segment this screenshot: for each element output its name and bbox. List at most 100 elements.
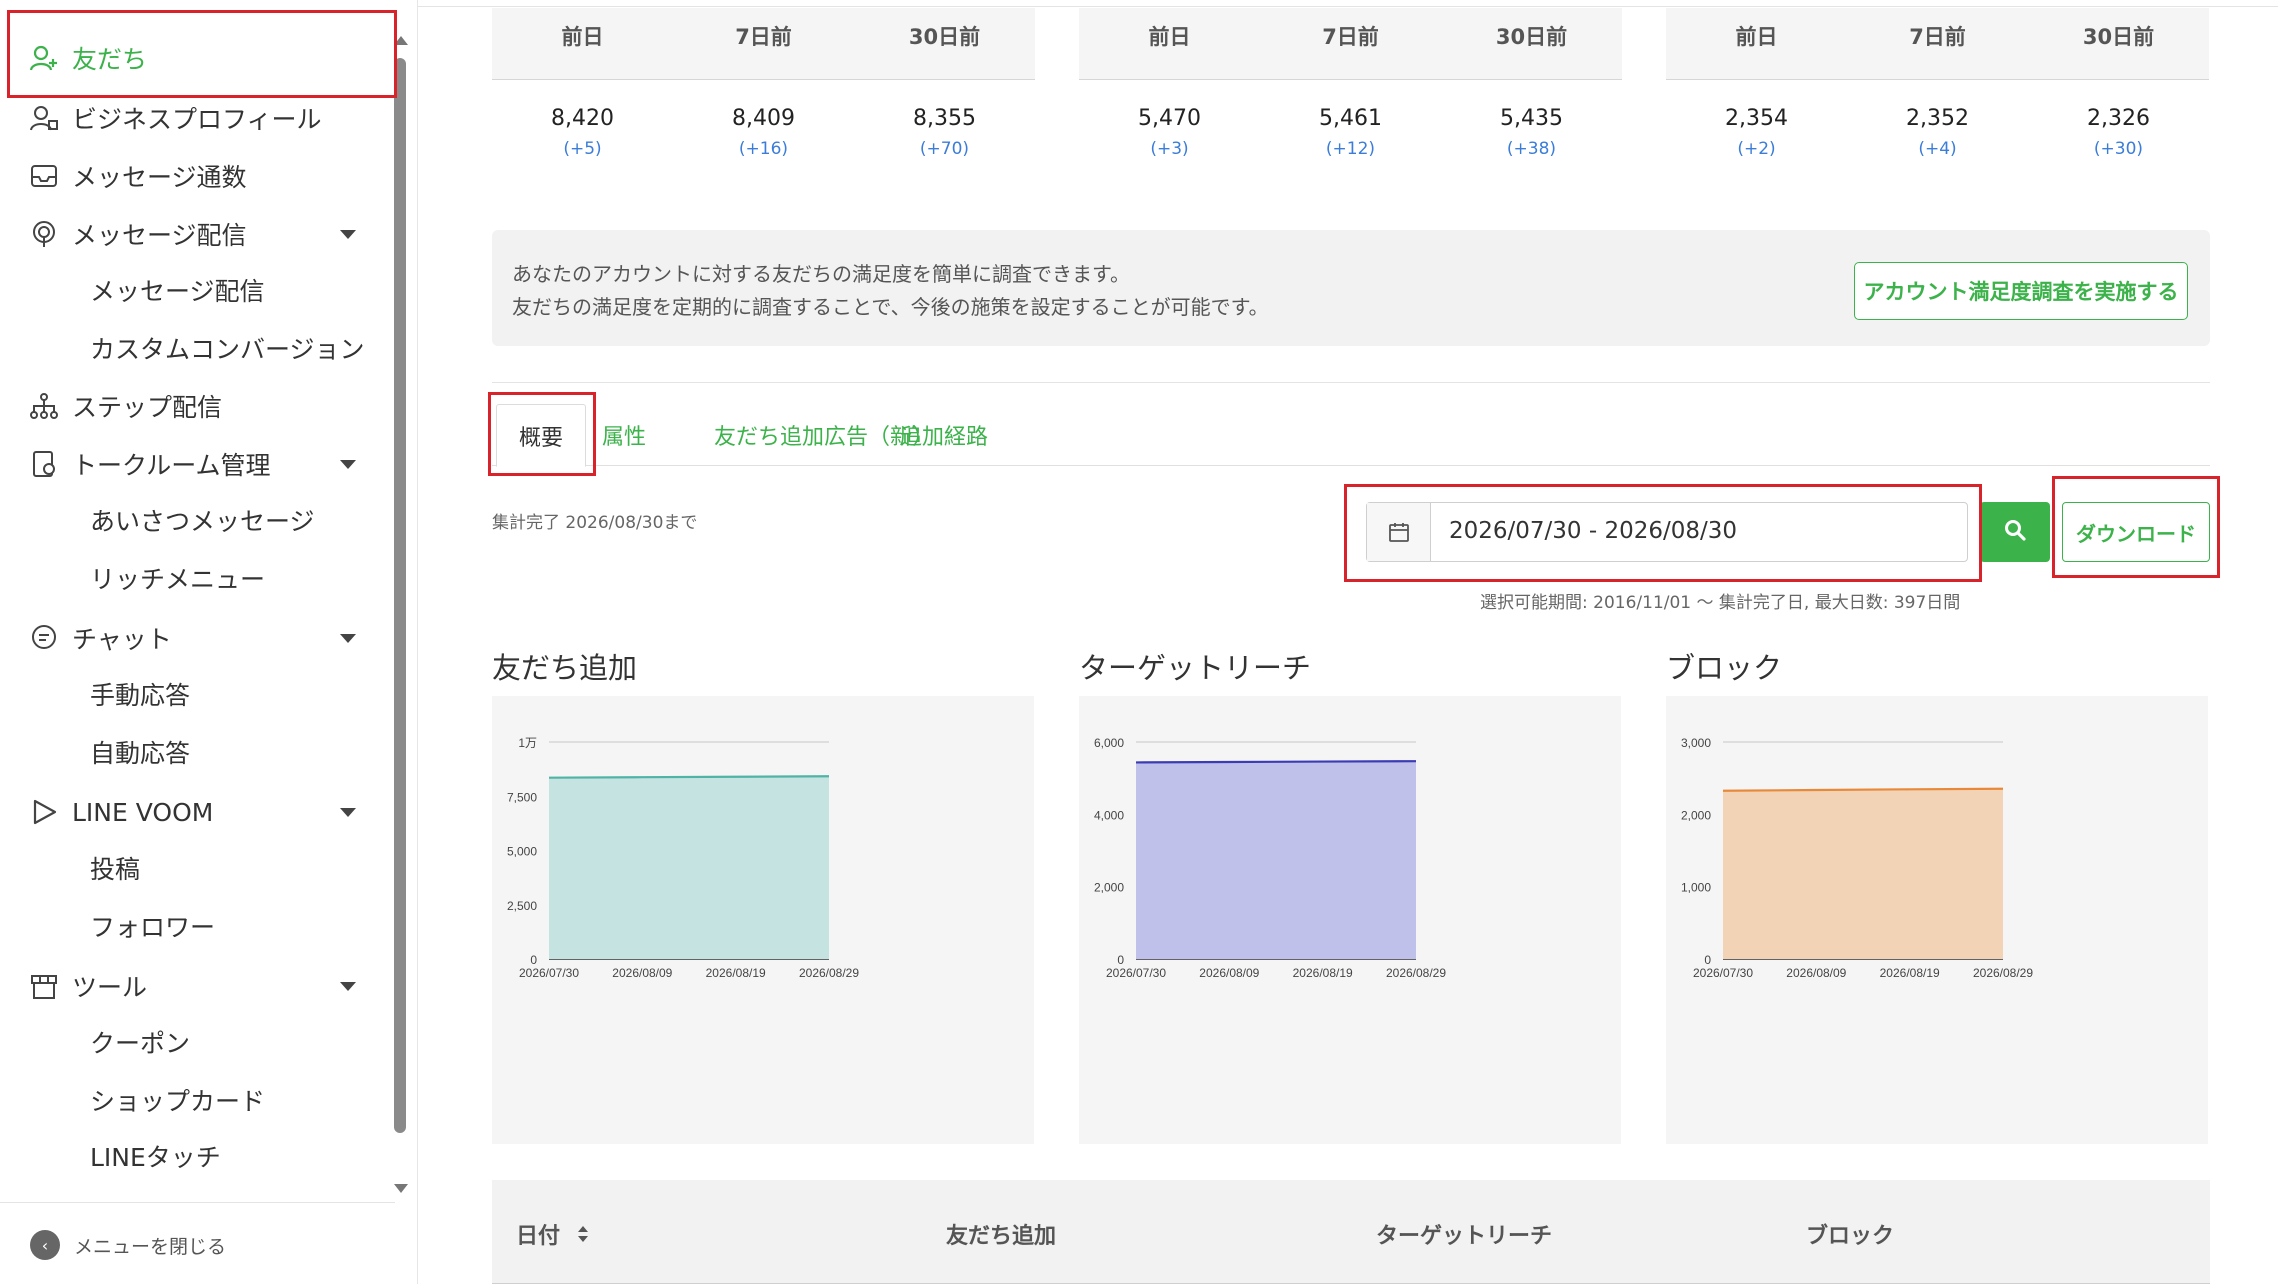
x-tick-label: 2026/08/19 [1880,966,1940,980]
x-tick-label: 2026/08/29 [1386,966,1446,980]
chevron-down-icon[interactable] [340,633,356,643]
block-chart: 0 1,000 2,000 3,000 2026/07/30 2026/08/09 2026… [1666,696,2208,1144]
target-reach-chart: 0 2,000 4,000 6,000 2026/07/30 2026/08/09 2026… [1079,696,1621,1144]
tab-bar: 概要 属性 友だち追加広告（新） 追加経路 [492,404,2210,467]
stat-value: 2,352 [1906,106,1969,131]
aggregation-note: 集計完了 2026/08/30まで [492,513,698,533]
chat-icon [28,622,60,654]
sidebar-subitem-line-touch[interactable]: LINEタッチ [90,1136,221,1176]
sort-icon[interactable] [576,1224,590,1250]
x-tick-label: 2026/07/30 [1106,966,1166,980]
sidebar-subitem-followers[interactable]: フォロワー [90,906,215,946]
calendar-icon[interactable] [1367,503,1431,561]
sidebar-subitem-rich-menu[interactable]: リッチメニュー [90,558,265,598]
x-tick-label: 2026/08/19 [1293,966,1353,980]
sidebar-subitem-shop-card[interactable]: ショップカード [90,1080,265,1120]
stat-delta: (+30) [2093,139,2144,159]
survey-banner: あなたのアカウントに対する友だちの満足度を簡単に調査できます。 友だちの満足度を… [492,230,2210,346]
sidebar-item-talkroom[interactable]: トークルーム管理 [0,438,390,490]
survey-text: あなたのアカウントに対する友だちの満足度を簡単に調査できます。 [512,262,1130,286]
scroll-down-icon[interactable] [394,1184,408,1193]
sidebar-scrollbar[interactable] [394,58,406,1133]
stat-header-label: 前日 [561,25,604,49]
column-blocked: ブロック [1806,1224,1895,1249]
voom-icon [28,796,60,828]
stat-col: 7日前 5,461 (+12) [1260,8,1441,159]
step-icon [28,390,60,422]
tab-attributes[interactable]: 属性 [602,404,646,466]
x-tick-label: 2026/07/30 [519,966,579,980]
sidebar-subitem-auto-reply[interactable]: 自動応答 [90,732,190,772]
tab-add-route[interactable]: 追加経路 [900,404,988,466]
survey-button[interactable]: アカウント満足度調査を実施する [1854,262,2188,320]
chevron-down-icon[interactable] [340,229,356,239]
sidebar-item-business-profile[interactable]: ビジネスプロフィール [0,92,390,144]
stat-delta: (+38) [1506,139,1557,159]
y-tick-label: 3,000 [1681,736,1711,750]
sidebar-subitem-custom-conversion[interactable]: カスタムコンバージョン [90,328,365,368]
sidebar-item-label: ビジネスプロフィール [72,105,322,134]
sidebar-item-label: メッセージ通数 [72,163,247,192]
sidebar-subitem-greeting[interactable]: あいさつメッセージ [90,500,315,540]
divider [418,6,2278,7]
stat-value: 5,470 [1138,106,1201,131]
chevron-down-icon[interactable] [340,807,356,817]
sidebar-item-line-voom[interactable]: LINE VOOM [0,786,390,838]
search-button[interactable] [1980,502,2050,562]
stat-value: 5,461 [1319,106,1382,131]
chevron-down-icon[interactable] [340,981,356,991]
sidebar-item-label: ツール [72,973,148,1002]
stat-delta: (+16) [738,139,789,159]
download-button[interactable]: ダウンロード [2062,502,2210,562]
column-target-reach: ターゲットリーチ [1376,1224,1553,1249]
x-tick-label: 2026/08/29 [1973,966,2033,980]
scroll-up-icon[interactable] [394,36,408,45]
divider [492,382,2210,383]
close-menu-label: メニューを閉じる [74,1235,227,1258]
sidebar-item-message-broadcast[interactable]: メッセージ配信 [0,208,390,260]
column-date[interactable]: 日付 [516,1218,590,1250]
sidebar-subitem-manual-reply[interactable]: 手動応答 [90,674,190,714]
close-menu-button[interactable]: ‹ メニューを閉じる [30,1230,226,1260]
chevron-left-icon: ‹ [30,1230,60,1260]
x-tick-label: 2026/08/09 [1786,966,1846,980]
sidebar-subitem-message-broadcast[interactable]: メッセージ配信 [90,270,265,310]
stat-col: 30日前 2,326 (+30) [2028,8,2209,159]
sidebar-item-tools[interactable]: ツール [0,960,390,1012]
area-fill [549,776,829,959]
y-tick-label: 0 [1704,953,1711,967]
sidebar-item-message-count[interactable]: メッセージ通数 [0,150,390,202]
survey-text: 友だちの満足度を定期的に調査することで、今後の施策を設定することが可能です。 [512,295,1269,319]
sidebar-item-chat[interactable]: チャット [0,612,390,664]
y-tick-label: 2,500 [507,899,537,913]
target-reach-chart-svg: 0 2,000 4,000 6,000 2026/07/30 2026/08/09 2026… [1094,736,1446,980]
period-note: 選択可能期間: 2016/11/01 ～ 集計完了日, 最大日数: 397日間 [1480,593,1961,613]
stat-col: 前日 5,470 (+3) [1079,8,1260,159]
sidebar-item-friends[interactable]: 友だち [0,32,390,84]
y-tick-label: 1万 [518,736,537,750]
sidebar-item-label: 友だち [72,45,148,74]
x-tick-label: 2026/08/09 [612,966,672,980]
sidebar-item-label: トークルーム管理 [72,451,271,480]
sidebar-subitem-coupon[interactable]: クーポン [90,1022,190,1062]
friends-chart-svg: 0 2,500 5,000 7,500 1万 2026/07/30 2026/08/09 20… [507,736,859,980]
stat-col: 7日前 2,352 (+4) [1847,8,2028,159]
block-stats: 前日 2,354 (+2) 7日前 2,352 (+4) 30日前 2,326 … [1666,8,2209,196]
chevron-down-icon[interactable] [340,459,356,469]
sidebar-item-step[interactable]: ステップ配信 [0,380,390,432]
sidebar-subitem-posts[interactable]: 投稿 [90,848,140,888]
stat-col: 前日 8,420 (+5) [492,8,673,159]
y-tick-label: 2,000 [1094,881,1124,895]
search-icon [2004,519,2026,545]
stat-value: 2,326 [2087,106,2150,131]
chart-title: 友だち追加 [492,651,638,685]
profile-icon [28,102,60,134]
stat-value: 8,409 [732,106,795,131]
tab-overview[interactable]: 概要 [496,404,586,467]
y-tick-label: 0 [530,953,537,967]
stat-header-label: 30日前 [1495,25,1568,49]
y-tick-label: 7,500 [507,790,537,804]
stat-header-label: 前日 [1148,25,1191,49]
stat-col: 30日前 5,435 (+38) [1441,8,1622,159]
date-range-picker[interactable]: 2026/07/30 - 2026/08/30 [1366,502,1968,562]
